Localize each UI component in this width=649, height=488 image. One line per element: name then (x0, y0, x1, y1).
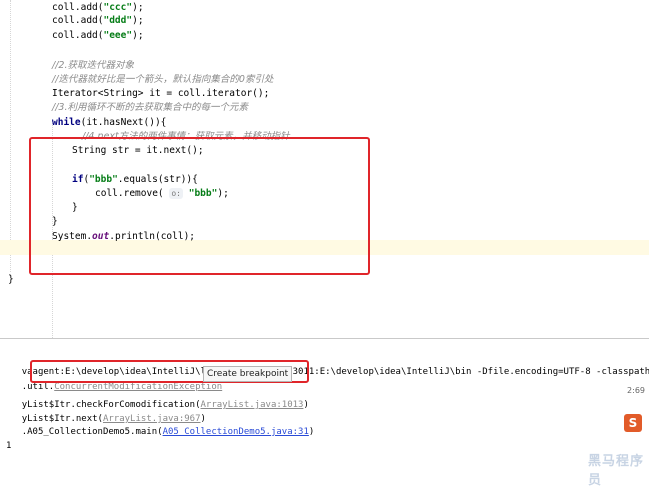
status-text: 2:69 (627, 386, 645, 395)
indent-guide (10, 0, 11, 272)
code-line: coll.add("eee"); (52, 28, 144, 43)
code-token: coll.add( (52, 30, 104, 41)
code-token: coll.add( (52, 2, 104, 13)
code-token: while (52, 117, 81, 128)
source-link[interactable]: A05_CollectionDemo5.java:31 (163, 427, 309, 437)
code-token: coll.add( (52, 15, 104, 26)
code-token: "ddd" (103, 15, 133, 26)
ime-icon: S (624, 414, 642, 432)
code-token: //2.获取迭代器对象 (52, 60, 134, 71)
code-line: Iterator<String> it = coll.iterator(); (52, 86, 269, 101)
watermark: 黑马程序员 (588, 454, 645, 488)
code-token: Iterator<String> it = coll.iterator(); (52, 88, 270, 99)
code-token: ); (132, 15, 144, 26)
code-editor[interactable]: coll.add("ccc"); coll.add("ddd"); coll.a… (0, 0, 649, 338)
code-line: coll.add("ddd"); (52, 13, 144, 28)
code-token: "eee" (103, 30, 133, 41)
code-token: //3.利用循环不断的去获取集合中的每一个元素 (52, 102, 248, 113)
stack-trace-line: .A05_CollectionDemo5.main(A05_Collection… (21, 427, 315, 437)
code-token: } (8, 274, 14, 285)
highlight-box (29, 137, 370, 275)
code-token: (it.hasNext()){ (80, 117, 167, 128)
stack-trace-line: yList$Itr.checkForComodification(ArrayLi… (21, 400, 309, 410)
source-link[interactable]: ArrayList.java:1013 (201, 400, 304, 410)
create-breakpoint-tooltip[interactable]: Create breakpoint (203, 366, 293, 382)
code-token: "ccc" (103, 2, 133, 13)
code-token: ); (132, 30, 144, 41)
code-comment: //迭代器就好比是一个箭头，默认指向集合的0索引处 (52, 72, 273, 87)
code-token: //迭代器就好比是一个箭头，默认指向集合的0索引处 (52, 74, 274, 85)
code-token: ); (132, 2, 144, 13)
console-panel[interactable]: vaagent:E:\develop\idea\IntelliJ\lib\ide… (0, 338, 649, 470)
code-comment: //2.获取迭代器对象 (52, 58, 134, 73)
console-number: 1 (6, 441, 12, 451)
code-line: while(it.hasNext()){ (52, 115, 166, 130)
code-line: } (8, 272, 14, 287)
code-comment: //3.利用循环不断的去获取集合中的每一个元素 (52, 100, 248, 115)
